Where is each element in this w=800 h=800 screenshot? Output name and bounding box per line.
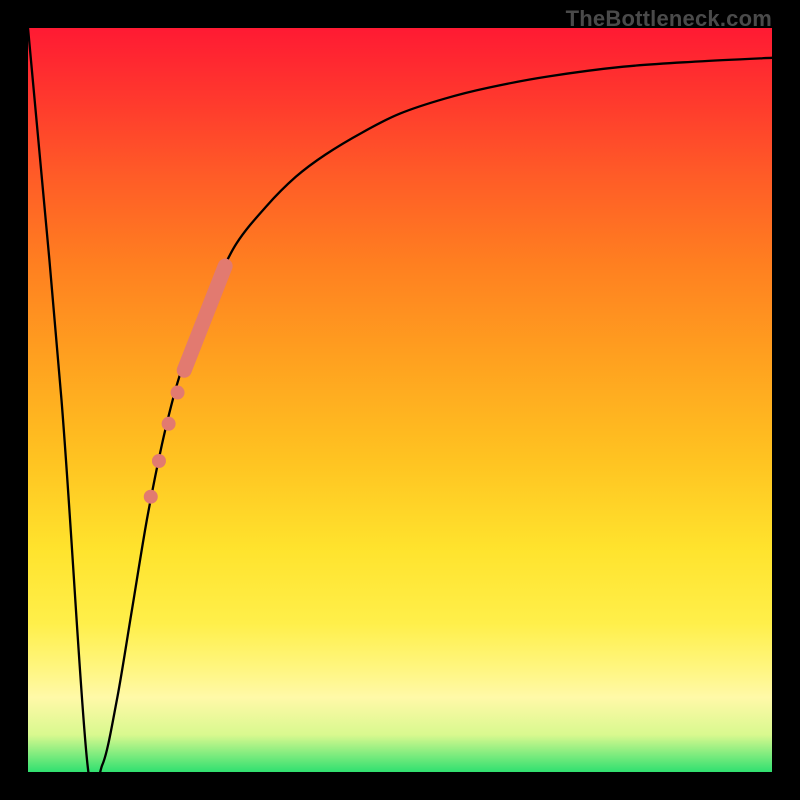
dot-1 [171, 386, 185, 400]
bottleneck-curve [28, 28, 772, 794]
chart-overlay [28, 28, 772, 772]
dot-2 [162, 417, 176, 431]
frame: TheBottleneck.com [0, 0, 800, 800]
dot-4 [144, 490, 158, 504]
segment-thick [184, 266, 225, 370]
dot-3 [152, 454, 166, 468]
